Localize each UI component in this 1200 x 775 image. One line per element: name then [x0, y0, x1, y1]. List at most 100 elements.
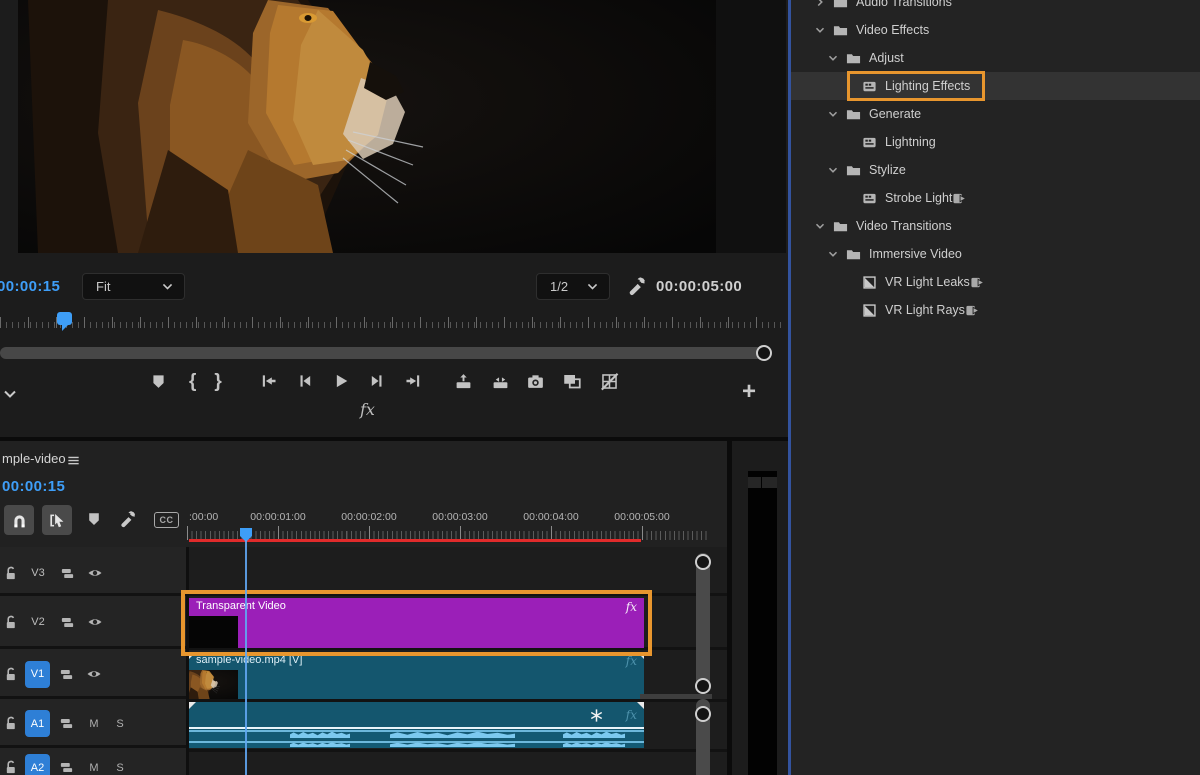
zoom-level-select[interactable]: Fit	[82, 273, 185, 300]
track-lock-icon[interactable]	[4, 667, 19, 682]
effects-tree-item[interactable]: Generate	[791, 100, 1200, 128]
source-patch-badge[interactable]: V1	[25, 661, 50, 688]
effects-tree-item[interactable]: Video Effects	[791, 16, 1200, 44]
track-label[interactable]: V3	[25, 567, 51, 579]
track-label[interactable]: V2	[25, 616, 51, 628]
timeline-current-timecode[interactable]: 00:00:15	[2, 478, 65, 495]
solo-button[interactable]: S	[114, 762, 126, 774]
playback-resolution-select[interactable]: 1/2	[536, 273, 610, 300]
captions-button[interactable]: CC	[154, 512, 179, 528]
mute-button[interactable]: M	[88, 762, 100, 774]
effects-tree-item[interactable]: Strobe Light	[791, 184, 1200, 212]
track-output-icon[interactable]	[60, 566, 75, 581]
step-forward-button[interactable]	[368, 372, 386, 390]
panel-chevron-down-icon[interactable]	[2, 386, 18, 402]
add-marker-icon[interactable]	[86, 511, 102, 527]
scrollbar-handle[interactable]	[695, 678, 711, 694]
lift-button[interactable]	[454, 372, 473, 391]
effect-label: VR Light Leaks	[885, 275, 970, 289]
chevron-down-icon[interactable]	[826, 51, 840, 65]
track-lock-icon[interactable]	[4, 716, 19, 731]
track-output-icon[interactable]	[59, 667, 74, 682]
source-patch-badge[interactable]: A2	[25, 754, 50, 775]
export-frame-button[interactable]	[526, 372, 545, 391]
effect-label: Immersive Video	[869, 247, 962, 261]
linked-selection-button[interactable]	[42, 505, 72, 535]
video-tracks-scrollbar[interactable]	[696, 553, 710, 691]
chevron-down-icon[interactable]	[826, 107, 840, 121]
play-button[interactable]	[332, 372, 350, 390]
chevron-down-icon[interactable]	[813, 219, 827, 233]
track-output-icon[interactable]	[59, 716, 74, 731]
button-editor-add-button[interactable]: +	[742, 378, 756, 406]
effects-tree-item[interactable]: Stylize	[791, 156, 1200, 184]
folder-icon	[846, 247, 861, 262]
scrollbar-handle[interactable]	[756, 345, 772, 361]
global-fx-mute-button[interactable]: fx	[360, 400, 375, 419]
track-header-v2[interactable]: V2	[0, 598, 186, 649]
chevron-down-icon[interactable]	[826, 247, 840, 261]
comparison-view-button[interactable]	[562, 371, 582, 391]
fx-badge[interactable]: fx	[626, 708, 637, 722]
audio-clip[interactable]: fx	[189, 702, 644, 748]
timeline-ruler[interactable]: :00:0000:00:01:0000:00:02:0000:00:03:000…	[189, 505, 727, 547]
track-header-a2[interactable]: A2 M S	[0, 756, 186, 775]
extract-button[interactable]	[491, 372, 510, 391]
settings-wrench-icon[interactable]	[626, 275, 647, 296]
multicamera-toggle-button[interactable]	[600, 372, 619, 391]
waveform-right-channel	[189, 741, 644, 748]
gpu-accelerated-badge-icon	[965, 303, 980, 318]
track-header-v3[interactable]: V3	[0, 553, 186, 596]
chevron-right-icon[interactable]	[813, 0, 827, 9]
monitor-time-ruler[interactable]	[0, 312, 782, 330]
effects-tree-item[interactable]: Audio Transitions	[791, 0, 1200, 16]
timeline-settings-wrench-icon[interactable]	[118, 509, 137, 528]
track-header-v1[interactable]: V1	[0, 652, 186, 699]
effects-tree-item[interactable]: Lightning	[791, 128, 1200, 156]
audio-gain-line[interactable]	[189, 727, 644, 729]
snap-toggle-button[interactable]	[4, 505, 34, 535]
panel-menu-icon[interactable]	[66, 453, 81, 468]
effects-tree-item[interactable]: Video Transitions	[791, 212, 1200, 240]
go-to-in-button[interactable]	[260, 372, 278, 390]
chevron-down-icon	[586, 280, 599, 293]
monitor-playhead[interactable]	[57, 312, 72, 325]
step-back-button[interactable]	[296, 372, 314, 390]
zoom-level-value: Fit	[96, 279, 110, 294]
effects-tree-item[interactable]: VR Light Rays	[791, 296, 1200, 324]
source-patch-badge[interactable]: A1	[25, 710, 50, 737]
effects-tree-item[interactable]: Adjust	[791, 44, 1200, 72]
scrollbar-handle[interactable]	[695, 706, 711, 722]
track-visibility-eye-icon[interactable]	[86, 666, 102, 682]
waveform-left-channel	[189, 730, 644, 740]
go-to-out-button[interactable]	[404, 372, 422, 390]
add-marker-button[interactable]	[150, 373, 167, 390]
track-header-a1[interactable]: A1 M S	[0, 702, 186, 748]
effects-tree-item[interactable]: VR Light Leaks	[791, 268, 1200, 296]
fade-handle[interactable]	[637, 702, 644, 709]
sequence-tab-label[interactable]: mple-video	[2, 451, 66, 466]
monitor-zoom-scrollbar[interactable]	[0, 347, 770, 359]
chevron-down-icon[interactable]	[813, 23, 827, 37]
sample-video-clip[interactable]: sample-video.mp4 [V] fx	[189, 652, 644, 699]
timeline-panel: mple-video 00:00:15 CC :00:0000:00:01:00…	[0, 441, 727, 775]
track-visibility-eye-icon[interactable]	[87, 614, 103, 630]
track-output-icon[interactable]	[59, 760, 74, 775]
mark-in-button[interactable]: {	[189, 373, 196, 390]
monitor-current-timecode[interactable]: 00:00:15	[0, 278, 60, 295]
track-output-icon[interactable]	[60, 615, 75, 630]
track-lock-icon[interactable]	[4, 760, 19, 775]
chevron-down-icon[interactable]	[826, 163, 840, 177]
fx-badge[interactable]: fx	[626, 654, 637, 668]
fade-handle[interactable]	[189, 702, 196, 709]
solo-button[interactable]: S	[114, 718, 126, 730]
track-lock-icon[interactable]	[4, 615, 19, 630]
track-visibility-eye-icon[interactable]	[87, 565, 103, 581]
effects-tree-item[interactable]: Immersive Video	[791, 240, 1200, 268]
mute-button[interactable]: M	[88, 718, 100, 730]
meter-segment-left	[748, 477, 761, 488]
track-lock-icon[interactable]	[4, 566, 19, 581]
effect-annotation-orange-box	[847, 71, 985, 101]
scrollbar-handle[interactable]	[695, 554, 711, 570]
mark-out-button[interactable]: }	[214, 373, 221, 390]
